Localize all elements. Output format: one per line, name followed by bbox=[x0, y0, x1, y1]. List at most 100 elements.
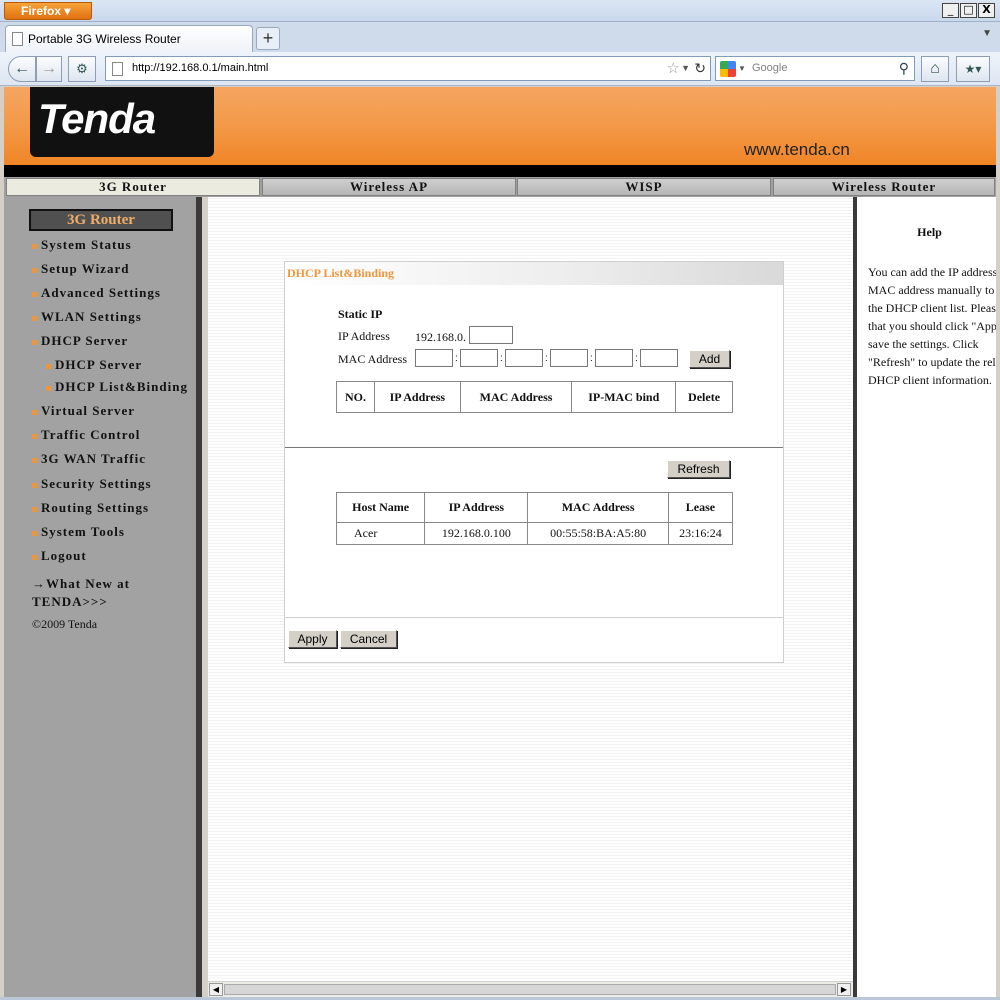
refresh-button[interactable]: Refresh bbox=[667, 460, 730, 478]
sidebar-item-security-settings[interactable]: Security Settings bbox=[32, 476, 152, 492]
mac-separator: : bbox=[545, 353, 548, 364]
table-header-row: Host Name IP Address MAC Address Lease bbox=[335, 492, 734, 523]
help-title: Help bbox=[917, 225, 942, 239]
bullet-icon bbox=[46, 363, 51, 369]
sidebar-item-setup-wizard[interactable]: Setup Wizard bbox=[32, 261, 129, 277]
bullet-icon bbox=[32, 554, 37, 560]
sidebar-subitem-dhcp-server[interactable]: DHCP Server bbox=[46, 357, 142, 373]
bullet-icon bbox=[32, 457, 37, 463]
sidebar-item-3g-wan-traffic[interactable]: 3G WAN Traffic bbox=[32, 451, 146, 467]
home-icon[interactable]: ⌂ bbox=[921, 56, 949, 82]
google-icon bbox=[720, 61, 736, 77]
cancel-button[interactable]: Cancel bbox=[340, 630, 397, 648]
copyright-text: ©2009 Tenda bbox=[32, 617, 98, 631]
dhcp-clients-section: Refresh Host Name IP Address MAC Address… bbox=[285, 450, 783, 618]
whats-new-link[interactable]: →What New at TENDA>>> bbox=[32, 575, 182, 611]
url-dropdown-icon[interactable]: ▼ bbox=[681, 57, 690, 80]
bookmark-star-icon[interactable]: ☆ bbox=[667, 57, 680, 80]
ip-address-cell: 192.168.0.100 bbox=[424, 522, 529, 545]
col-ip-address: IP Address bbox=[373, 381, 461, 413]
title-bar: Firefox ▾ _ □ X bbox=[0, 0, 1000, 22]
help-panel: Help You can add the IP address and MAC … bbox=[857, 197, 996, 997]
scroll-right-icon[interactable]: ▶ bbox=[837, 983, 851, 996]
ip-mac-bind-table: NO. IP Address MAC Address IP-MAC bind D… bbox=[336, 381, 733, 413]
tab-wireless-router[interactable]: Wireless Router bbox=[773, 178, 995, 196]
ip-prefix: 192.168.0. bbox=[415, 330, 466, 344]
tab-3g-router[interactable]: 3G Router bbox=[6, 178, 260, 196]
sidebar-item-system-tools[interactable]: System Tools bbox=[32, 524, 125, 540]
reload-icon[interactable]: ↻ bbox=[694, 57, 706, 80]
mac-field-3[interactable] bbox=[505, 349, 543, 367]
sidebar-item-dhcp-server[interactable]: DHCP Server bbox=[32, 333, 128, 349]
sidebar-item-virtual-server[interactable]: Virtual Server bbox=[32, 403, 135, 419]
bullet-icon bbox=[32, 315, 37, 321]
mac-separator: : bbox=[500, 353, 503, 364]
bookmarks-icon[interactable]: ★▾ bbox=[956, 56, 990, 82]
router-header: Tenda www.tenda.cn bbox=[4, 87, 996, 177]
host-name-cell: Acer bbox=[335, 522, 426, 545]
sidebar-item-routing-settings[interactable]: Routing Settings bbox=[32, 500, 149, 516]
sidebar: 3G Router System Status Setup Wizard Adv… bbox=[4, 197, 202, 997]
bullet-icon bbox=[32, 339, 37, 345]
dhcp-client-table: Host Name IP Address MAC Address Lease A… bbox=[335, 492, 734, 545]
mode-tabs: 3G Router Wireless AP WISP Wireless Rout… bbox=[4, 177, 996, 197]
forward-icon[interactable]: → bbox=[36, 56, 62, 82]
scrollbar-thumb[interactable] bbox=[224, 984, 836, 995]
bullet-icon bbox=[32, 506, 37, 512]
col-host-name: Host Name bbox=[335, 492, 426, 523]
static-ip-label: Static IP bbox=[338, 307, 383, 321]
col-mac-address: MAC Address bbox=[459, 381, 573, 413]
search-input[interactable]: ▼ Google ⚲ bbox=[715, 56, 915, 81]
col-ip-mac-bind: IP-MAC bind bbox=[571, 381, 677, 413]
tab-strip: Portable 3G Wireless Router + ▼ bbox=[0, 22, 1000, 52]
firefox-menu-button[interactable]: Firefox ▾ bbox=[4, 2, 92, 20]
col-lease: Lease bbox=[667, 492, 734, 523]
table-row: Acer 192.168.0.100 00:55:58:BA:A5:80 23:… bbox=[335, 522, 734, 545]
mac-address-cell: 00:55:58:BA:A5:80 bbox=[527, 522, 669, 545]
tab-wisp[interactable]: WISP bbox=[517, 178, 771, 196]
add-button[interactable]: Add bbox=[689, 350, 730, 368]
mac-field-1[interactable] bbox=[415, 349, 453, 367]
col-no: NO. bbox=[336, 381, 375, 413]
mac-separator: : bbox=[590, 353, 593, 364]
minimize-icon[interactable]: _ bbox=[942, 3, 959, 18]
history-icon[interactable]: ⚙ bbox=[68, 56, 96, 82]
mac-field-5[interactable] bbox=[595, 349, 633, 367]
search-icon[interactable]: ⚲ bbox=[899, 57, 909, 80]
mac-address-label: MAC Address bbox=[338, 352, 408, 366]
tab-list-icon[interactable]: ▼ bbox=[982, 28, 992, 39]
browser-window: Firefox ▾ _ □ X Portable 3G Wireless Rou… bbox=[0, 0, 1000, 1000]
sidebar-subitem-dhcp-list-binding[interactable]: DHCP List&Binding bbox=[46, 379, 188, 395]
apply-button[interactable]: Apply bbox=[288, 630, 337, 648]
sidebar-item-logout[interactable]: Logout bbox=[32, 548, 87, 564]
sidebar-item-system-status[interactable]: System Status bbox=[32, 237, 132, 253]
url-bar[interactable]: http://192.168.0.1/main.html ☆ ▼ ↻ bbox=[105, 56, 711, 81]
ip-last-octet-field[interactable] bbox=[469, 326, 513, 344]
new-tab-button[interactable]: + bbox=[256, 27, 280, 50]
panel-title: DHCP List&Binding bbox=[285, 262, 783, 285]
logo-text: Tenda bbox=[38, 95, 156, 142]
back-icon[interactable]: ← bbox=[8, 56, 36, 82]
search-engine-dropdown-icon[interactable]: ▼ bbox=[738, 57, 746, 80]
bullet-icon bbox=[46, 385, 51, 391]
bullet-icon bbox=[32, 267, 37, 273]
mac-field-4[interactable] bbox=[550, 349, 588, 367]
mac-field-2[interactable] bbox=[460, 349, 498, 367]
mac-field-6[interactable] bbox=[640, 349, 678, 367]
navigation-bar: ← → ⚙ http://192.168.0.1/main.html ☆ ▼ ↻… bbox=[0, 52, 1000, 86]
browser-tab[interactable]: Portable 3G Wireless Router bbox=[5, 25, 253, 52]
sidebar-item-traffic-control[interactable]: Traffic Control bbox=[32, 427, 140, 443]
bullet-icon bbox=[32, 433, 37, 439]
sidebar-item-advanced-settings[interactable]: Advanced Settings bbox=[32, 285, 161, 301]
tab-wireless-ap[interactable]: Wireless AP bbox=[262, 178, 516, 196]
close-window-icon[interactable]: X bbox=[978, 3, 995, 18]
bullet-icon bbox=[32, 243, 37, 249]
scroll-left-icon[interactable]: ◀ bbox=[209, 983, 223, 996]
sidebar-item-wlan-settings[interactable]: WLAN Settings bbox=[32, 309, 142, 325]
site-url: www.tenda.cn bbox=[744, 140, 850, 159]
bullet-icon bbox=[32, 530, 37, 536]
page-icon bbox=[112, 62, 123, 76]
horizontal-scrollbar[interactable]: ◀ ▶ bbox=[208, 981, 853, 997]
header-black-bar bbox=[4, 165, 996, 177]
maximize-icon[interactable]: □ bbox=[960, 3, 977, 18]
